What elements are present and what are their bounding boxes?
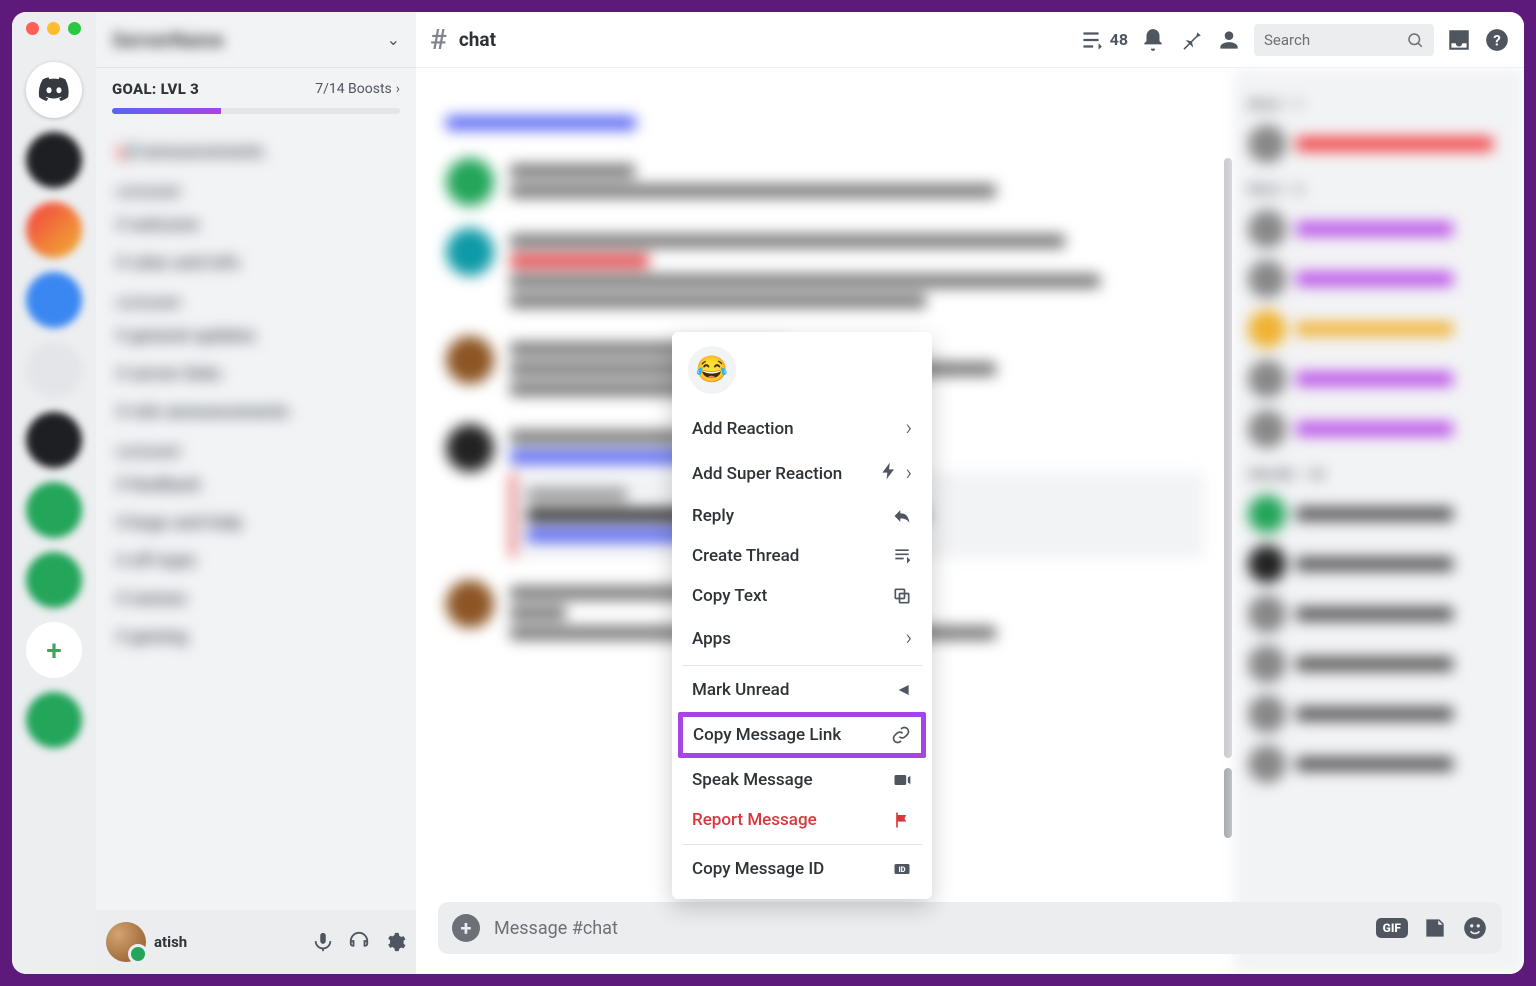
app-window: + ServerName ⌄ GOAL: LVL 3 7/14 Boosts ›… xyxy=(12,12,1524,974)
threads-icon xyxy=(1078,27,1104,53)
chevron-right-icon xyxy=(905,626,912,651)
server-item[interactable] xyxy=(26,412,82,468)
threads-button[interactable]: 48 xyxy=(1078,27,1128,53)
chevron-down-icon: ⌄ xyxy=(387,30,400,49)
menu-copy-text[interactable]: Copy Text xyxy=(682,576,922,616)
help-icon: ? xyxy=(1484,27,1510,53)
thread-icon xyxy=(892,546,912,566)
attachment-button[interactable]: + xyxy=(452,914,480,942)
chat-body: role — 1 role — 6 online — 40 + Messag xyxy=(416,68,1524,974)
settings-icon[interactable] xyxy=(384,931,406,953)
server-name: ServerName xyxy=(112,28,224,52)
pinned-messages-button[interactable] xyxy=(1178,27,1204,53)
svg-text:?: ? xyxy=(1493,31,1501,49)
menu-report-message[interactable]: Report Message xyxy=(682,800,922,840)
server-item[interactable] xyxy=(26,342,82,398)
server-rail: + xyxy=(12,12,96,974)
close-window-button[interactable] xyxy=(26,22,39,35)
mute-icon[interactable] xyxy=(312,931,334,953)
id-icon: ID xyxy=(892,859,912,879)
boost-goal-label: GOAL: LVL 3 xyxy=(112,80,199,98)
super-reaction-icon xyxy=(879,461,912,486)
bell-muted-icon xyxy=(1140,27,1166,53)
menu-apps[interactable]: Apps xyxy=(682,616,922,661)
scrollbar-thumb[interactable] xyxy=(1224,768,1232,838)
server-item[interactable] xyxy=(26,272,82,328)
reply-icon xyxy=(892,506,912,526)
home-button[interactable] xyxy=(26,62,82,118)
deafen-icon[interactable] xyxy=(348,931,370,953)
member-list[interactable]: role — 1 role — 6 online — 40 xyxy=(1234,68,1524,974)
channel-sidebar: ServerName ⌄ GOAL: LVL 3 7/14 Boosts › 📢… xyxy=(96,12,416,974)
link-icon xyxy=(891,725,911,745)
gif-button[interactable]: GIF xyxy=(1376,918,1408,938)
menu-create-thread[interactable]: Create Thread xyxy=(682,536,922,576)
speak-icon xyxy=(892,770,912,790)
window-controls xyxy=(26,22,81,35)
server-header[interactable]: ServerName ⌄ xyxy=(96,12,416,68)
server-item[interactable] xyxy=(26,202,82,258)
search-input[interactable]: Search xyxy=(1254,24,1434,56)
discord-logo-icon xyxy=(37,73,71,107)
menu-copy-message-link[interactable]: Copy Message Link xyxy=(678,712,926,758)
boost-goal[interactable]: GOAL: LVL 3 7/14 Boosts › xyxy=(96,68,416,122)
boost-progress-bar xyxy=(112,108,400,114)
explore-servers-button[interactable] xyxy=(26,692,82,748)
search-placeholder: Search xyxy=(1264,31,1310,49)
message-context-menu: 😂 Add Reaction Add Super Reaction Reply … xyxy=(672,332,932,899)
user-avatar[interactable] xyxy=(106,922,146,962)
member-list-toggle[interactable] xyxy=(1216,27,1242,53)
pin-icon xyxy=(1178,27,1204,53)
menu-copy-message-id[interactable]: Copy Message ID ID xyxy=(682,849,922,889)
mark-unread-icon xyxy=(892,680,912,700)
menu-add-reaction[interactable]: Add Reaction xyxy=(682,406,922,451)
flag-icon xyxy=(892,810,912,830)
menu-mark-unread[interactable]: Mark Unread xyxy=(682,670,922,710)
menu-separator xyxy=(682,665,922,666)
message-input-placeholder: Message #chat xyxy=(494,918,1362,939)
svg-text:ID: ID xyxy=(898,865,905,874)
menu-reply[interactable]: Reply xyxy=(682,496,922,536)
quick-reactions-row: 😂 xyxy=(682,342,922,406)
menu-speak-message[interactable]: Speak Message xyxy=(682,760,922,800)
inbox-button[interactable] xyxy=(1446,27,1472,53)
notifications-button[interactable] xyxy=(1140,27,1166,53)
channel-topbar: # chat 48 Search ? xyxy=(416,12,1524,68)
message-input[interactable]: + Message #chat GIF xyxy=(438,902,1502,954)
username: atish xyxy=(154,933,187,951)
sticker-button[interactable] xyxy=(1422,915,1448,941)
server-item[interactable] xyxy=(26,552,82,608)
server-item[interactable] xyxy=(26,482,82,538)
members-icon xyxy=(1216,27,1242,53)
maximize-window-button[interactable] xyxy=(68,22,81,35)
menu-add-super-reaction[interactable]: Add Super Reaction xyxy=(682,451,922,496)
channel-list[interactable]: 📢 announcements category # welcome # rul… xyxy=(96,122,416,910)
copy-icon xyxy=(892,586,912,606)
main-content: # chat 48 Search ? xyxy=(416,12,1524,974)
search-icon xyxy=(1406,31,1424,49)
emoji-button[interactable] xyxy=(1462,915,1488,941)
menu-separator xyxy=(682,844,922,845)
hash-icon: # xyxy=(430,23,447,56)
quick-reaction-emoji[interactable]: 😂 xyxy=(688,346,736,394)
server-item[interactable] xyxy=(26,132,82,188)
chevron-right-icon: › xyxy=(396,81,400,97)
user-panel: atish xyxy=(96,910,416,974)
channel-name: chat xyxy=(459,28,496,51)
scrollbar-track[interactable] xyxy=(1224,158,1232,758)
help-button[interactable]: ? xyxy=(1484,27,1510,53)
minimize-window-button[interactable] xyxy=(47,22,60,35)
chevron-right-icon xyxy=(905,416,912,441)
add-server-button[interactable]: + xyxy=(26,622,82,678)
boost-count: 7/14 Boosts › xyxy=(315,81,400,97)
inbox-icon xyxy=(1446,27,1472,53)
